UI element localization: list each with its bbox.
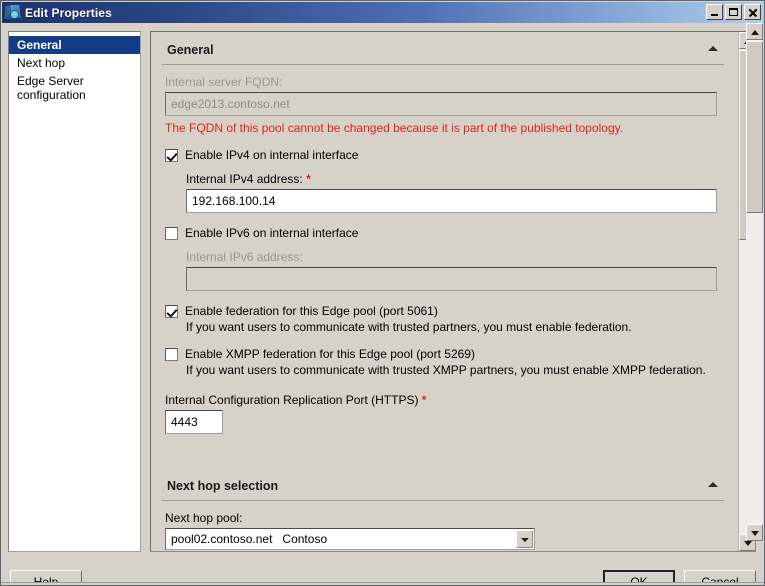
enable-ipv4-checkbox-row[interactable]: Enable IPv4 on internal interface (165, 148, 724, 162)
enable-federation-checkbox-row[interactable]: Enable federation for this Edge pool (po… (165, 304, 724, 318)
federation-note: If you want users to communicate with tr… (186, 320, 632, 334)
title-bar: Edit Properties (2, 2, 764, 23)
internal-ipv4-address-label-text: Internal IPv4 address: (186, 172, 303, 186)
section-title-next-hop-selection: Next hop selection (167, 479, 279, 493)
content-scroll-viewport: General Internal server FQDN: The FQDN o… (151, 32, 738, 551)
section-header-general[interactable]: General (162, 40, 724, 65)
sidebar-item-general[interactable]: General (9, 36, 140, 54)
navigation-sidebar: General Next hop Edge Server configurati… (8, 31, 141, 552)
replication-port-label-text: Internal Configuration Replication Port … (165, 393, 419, 407)
next-hop-pool-value: pool02.contoso.net Contoso (171, 532, 328, 546)
dialog-scroll-up-button[interactable] (746, 23, 763, 40)
close-button[interactable] (744, 4, 761, 20)
internal-ipv6-address-label: Internal IPv6 address: (186, 250, 303, 264)
enable-ipv6-checkbox-row[interactable]: Enable IPv6 on internal interface (165, 226, 724, 240)
required-asterisk-replication-port: * (421, 393, 427, 407)
enable-xmpp-federation-checkbox-row[interactable]: Enable XMPP federation for this Edge poo… (165, 347, 724, 361)
enable-xmpp-federation-label: Enable XMPP federation for this Edge poo… (185, 347, 475, 361)
enable-federation-checkbox[interactable] (165, 305, 178, 318)
internal-ipv4-address-label: Internal IPv4 address: * (186, 172, 724, 186)
dialog-scroll-thumb[interactable] (746, 41, 763, 213)
replication-port-label: Internal Configuration Replication Port … (165, 393, 724, 407)
window-controls (706, 4, 761, 20)
xmpp-federation-note: If you want users to communicate with tr… (186, 363, 706, 377)
internal-server-fqdn-input (165, 92, 717, 116)
enable-federation-label: Enable federation for this Edge pool (po… (185, 304, 438, 318)
edit-properties-dialog: Edit Properties General Next hop Edge Se… (0, 0, 765, 586)
internal-ipv6-address-input (186, 267, 717, 291)
internal-ipv4-address-input[interactable] (186, 189, 717, 213)
enable-xmpp-federation-checkbox[interactable] (165, 348, 178, 361)
section-title-general: General (167, 43, 214, 57)
chevron-up-icon-next-hop[interactable] (708, 482, 718, 487)
minimize-button[interactable] (706, 4, 723, 20)
maximize-button[interactable] (725, 4, 742, 20)
dialog-vertical-scrollbar[interactable] (746, 23, 763, 541)
content-panel: General Internal server FQDN: The FQDN o… (150, 31, 756, 552)
internal-server-fqdn-label: Internal server FQDN: (165, 75, 283, 89)
enable-ipv6-label: Enable IPv6 on internal interface (185, 226, 359, 240)
topology-builder-icon (4, 4, 21, 21)
chevron-up-icon[interactable] (708, 46, 718, 51)
dialog-body: General Next hop Edge Server configurati… (2, 23, 764, 585)
section-header-next-hop-selection[interactable]: Next hop selection (162, 476, 724, 501)
enable-ipv4-checkbox[interactable] (165, 149, 178, 162)
enable-ipv6-checkbox[interactable] (165, 227, 178, 240)
dialog-scroll-down-button[interactable] (746, 524, 763, 541)
replication-port-input[interactable] (165, 410, 223, 434)
required-asterisk-ipv4: * (306, 172, 311, 186)
next-hop-pool-dropdown[interactable]: pool02.contoso.net Contoso (165, 528, 535, 550)
desktop-bottom-strip (1, 582, 764, 585)
content-scroll-inner: General Internal server FQDN: The FQDN o… (151, 40, 738, 551)
fqdn-warning-message: The FQDN of this pool cannot be changed … (165, 121, 624, 135)
enable-ipv4-label: Enable IPv4 on internal interface (185, 148, 359, 162)
sidebar-item-edge-server-configuration[interactable]: Edge Server configuration (9, 72, 140, 104)
next-hop-pool-label: Next hop pool: (165, 511, 243, 525)
sidebar-item-next-hop[interactable]: Next hop (9, 54, 140, 72)
chevron-down-icon-next-hop-pool[interactable] (516, 530, 533, 548)
window-title: Edit Properties (25, 5, 112, 20)
